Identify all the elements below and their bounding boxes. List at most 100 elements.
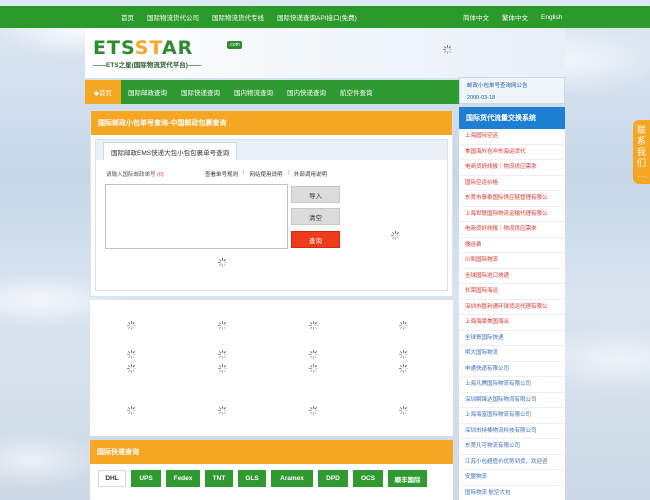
contact-char: 系 — [636, 135, 646, 146]
lang-english[interactable]: English — [541, 14, 562, 21]
sidebar-item[interactable]: 深圳市特棒物流科技有限公司 — [459, 424, 565, 439]
loading-spinner-icon — [127, 364, 136, 373]
loading-spinner-icon — [309, 350, 318, 359]
query-form: 请输入国际邮政单号 (0) 查看单号规则 | 网站使用说明 | 外部调用说明 导… — [96, 160, 447, 290]
contact-char: 联 — [636, 124, 646, 135]
sidebar-list: 上海国际空运 美国海外仓冲东海运货代 电商货好线报｜物流供应需求 国际空运价格 东莞市泰… — [459, 129, 565, 500]
nav-domestic-logistics[interactable]: 国内物流查询 — [227, 80, 280, 104]
help-link-external[interactable]: 外部调用说明 — [294, 170, 327, 178]
site-logo[interactable]: ETSSTAR .com ——ETS之星(国际物流货代平台)—— — [93, 38, 253, 69]
sidebar-item[interactable]: 川和国际物流 — [459, 253, 565, 269]
loading-spinner-icon — [309, 364, 318, 373]
lang-simplified[interactable]: 简体中文 — [463, 12, 489, 22]
help-separator: | — [243, 170, 245, 176]
loading-spinner-icon — [218, 350, 227, 359]
sidebar-item[interactable]: 美国海外仓冲东海运货代 — [459, 145, 565, 160]
import-button[interactable]: 导入 — [291, 186, 340, 203]
tab-dpd[interactable]: DPD — [318, 470, 348, 487]
top-link-lines[interactable]: 国际物流货代专线 — [212, 12, 264, 22]
tracking-input-label: 请输入国际邮政单号 (0) — [106, 172, 164, 178]
nav-air[interactable]: 航空件查询 — [333, 80, 380, 104]
sidebar-item[interactable]: 江苏小包超值价优势到货，欢迎咨 — [459, 455, 565, 470]
express-carrier-tabs: DHL UPS Fedex TNT GLS Aramex DPD OCS 顺丰国… — [98, 470, 432, 487]
tracking-count: (0) — [157, 172, 164, 178]
postal-panel-title: 国际邮政小包单号查询-中国邮政包裹查询 — [91, 111, 452, 135]
sidebar-title: 国际货代流量交换系统 — [459, 107, 565, 129]
express-panel-title: 国际快递查询 — [90, 440, 453, 464]
query-button[interactable]: 查询 — [291, 231, 340, 248]
clear-button[interactable]: 清空 — [291, 208, 340, 225]
loading-spinner-icon — [218, 364, 227, 373]
notice-date: 2000-03-18 — [467, 95, 496, 101]
postal-panel-body: 国际邮政EMS快递大包小包包裹单号查询 请输入国际邮政单号 (0) 查看单号规则… — [95, 139, 448, 291]
top-links: 首页 国际物流货代公司 国际物流货代专线 国际快递查询API接口(免费) — [121, 6, 370, 28]
sidebar-item[interactable]: 安盟物流 — [459, 470, 565, 486]
postal-query-panel: 国际邮政小包单号查询-中国邮政包裹查询 国际邮政EMS快递大包小包包裹单号查询 … — [90, 110, 453, 297]
sidebar-item[interactable]: 国际物流 航空大包 — [459, 486, 565, 500]
sidebar-item[interactable]: 上海世联国际物流运输代理有限公 — [459, 207, 565, 222]
loading-spinner-icon — [399, 364, 408, 373]
tab-dhl[interactable]: DHL — [98, 470, 126, 487]
sidebar-item[interactable]: 上海国际空运 — [459, 129, 565, 145]
contact-us-float[interactable]: 联 系 我 们 … — [633, 120, 650, 184]
top-link-forwarders[interactable]: 国际物流货代公司 — [147, 12, 199, 22]
top-link-home[interactable]: 首页 — [121, 12, 134, 22]
tab-sf-international[interactable]: 顺丰国际 — [388, 470, 427, 487]
notice-box: 邮政小包单号查询网公告 2000-03-18 — [459, 77, 565, 104]
site-header: ETSSTAR .com ——ETS之星(国际物流货代平台)—— — [85, 28, 565, 78]
loading-spinner-icon — [127, 406, 136, 415]
sidebar-item[interactable]: 搜运费 — [459, 238, 565, 253]
tab-ocs[interactable]: OCS — [353, 470, 383, 487]
loading-spinner-icon — [399, 321, 408, 330]
help-link-rules[interactable]: 查看单号规则 — [205, 170, 238, 178]
loading-spinner-icon — [399, 350, 408, 359]
logo-subtitle: ——ETS之星(国际物流货代平台)—— — [93, 62, 201, 69]
sidebar-item[interactable]: 长荣国际海运 — [459, 284, 565, 300]
tab-gls[interactable]: GLS — [238, 470, 266, 487]
lang-traditional[interactable]: 繁体中文 — [502, 12, 528, 22]
sidebar-item[interactable]: 申通快递有限公司 — [459, 362, 565, 377]
sidebar-item[interactable]: 全球寄国际快递 — [459, 331, 565, 346]
contact-char: … — [637, 168, 646, 179]
tab-ups[interactable]: UPS — [131, 470, 161, 487]
tab-fedex[interactable]: Fedex — [166, 470, 200, 487]
loading-spinner-icon — [218, 321, 227, 330]
sidebar-item[interactable]: 国际空运价格 — [459, 176, 565, 191]
sidebar-item[interactable]: 上海海富国际物流有限公司 — [459, 408, 565, 424]
loading-spinner-icon — [399, 406, 408, 415]
nav-domestic-express[interactable]: 国内快递查询 — [280, 80, 333, 104]
tab-tnt[interactable]: TNT — [205, 470, 233, 487]
notice-title[interactable]: 邮政小包单号查询网公告 — [467, 81, 528, 89]
sidebar-item[interactable]: 全球国际进口快递 — [459, 269, 565, 284]
sidebar-item[interactable]: 电商货好线报｜物流供应需求 — [459, 160, 565, 176]
sidebar-item[interactable]: 东莞凡可物流有限公司 — [459, 439, 565, 455]
nav-home[interactable]: ◆首页 — [85, 80, 121, 104]
sidebar-item[interactable]: 东莞市泰泰国际供应链管理有限公 — [459, 191, 565, 207]
help-link-usage[interactable]: 网站使用说明 — [249, 170, 282, 178]
top-bar: 首页 国际物流货代公司 国际物流货代专线 国际快递查询API接口(免费) 简体中… — [0, 6, 650, 28]
sidebar-item[interactable]: 上海海豪美国海派 — [459, 315, 565, 331]
loading-spinner-icon — [309, 321, 318, 330]
logo-com-badge: .com — [227, 41, 242, 49]
sidebar-item[interactable]: 上海凡腾国际物流有限公司 — [459, 377, 565, 393]
sidebar-item[interactable]: 电商货好线报｜物流供应需求 — [459, 222, 565, 238]
express-query-panel: 国际快递查询 DHL UPS Fedex TNT GLS Aramex DPD … — [90, 440, 453, 500]
loading-spinner-icon — [391, 231, 400, 240]
loading-spinner-icon — [127, 321, 136, 330]
loading-spinner-icon — [309, 406, 318, 415]
tracking-number-textarea[interactable] — [105, 184, 288, 249]
loading-spinner-icon — [218, 406, 227, 415]
language-switch: 简体中文 繁体中文 English — [463, 6, 575, 28]
contact-char: 我 — [636, 146, 646, 157]
sidebar-item[interactable]: 明大国际物流 — [459, 346, 565, 362]
nav-postal[interactable]: 国际邮政查询 — [121, 80, 174, 104]
loading-spinner-icon — [443, 45, 452, 54]
top-link-api[interactable]: 国际快递查询API接口(免费) — [277, 12, 357, 22]
help-links: 查看单号规则 | 网站使用说明 | 外部调用说明 — [205, 170, 332, 178]
tab-aramex[interactable]: Aramex — [271, 470, 313, 487]
sidebar-traffic-exchange: 国际货代流量交换系统 上海国际空运 美国海外仓冲东海运货代 电商货好线报｜物流供应需… — [459, 107, 565, 500]
sidebar-item[interactable]: 深圳瞬锋达国际物流有限公司 — [459, 393, 565, 408]
nav-express[interactable]: 国际快递查询 — [174, 80, 227, 104]
tab-postal-query[interactable]: 国际邮政EMS快递大包小包包裹单号查询 — [103, 142, 238, 160]
sidebar-item[interactable]: 深圳市胜利通环球货运代理有限公 — [459, 300, 565, 315]
